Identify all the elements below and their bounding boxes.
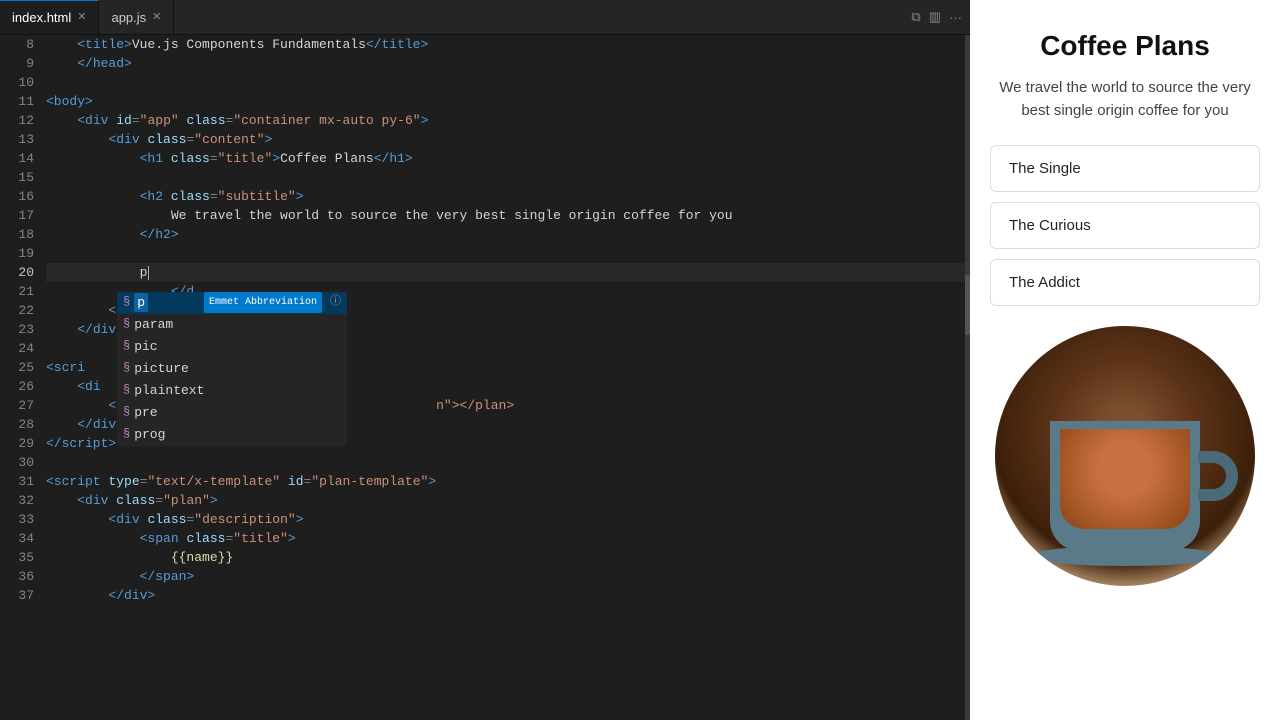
code-content[interactable]: <title>Vue.js Components Fundamentals</t… [42,35,970,720]
ac-item-label: pre [134,403,157,422]
code-line: <div class="description"> [46,510,970,529]
autocomplete-item-pic[interactable]: § pic [117,336,347,358]
code-line: <div class="plan"> [46,491,970,510]
split-editor-icon[interactable]: ⧉ [911,9,920,25]
code-line: </span> [46,567,970,586]
scrollbar-track [965,35,970,720]
code-line [46,453,970,472]
code-line [46,73,970,92]
ac-badge-emmet: Emmet Abbreviation [204,292,322,313]
code-line: <div id="app" class="container mx-auto p… [46,111,970,130]
tab-index-label: index.html [12,10,71,25]
code-line: <script type="text/x-template" id="plan-… [46,472,970,491]
ac-icon: § [123,337,130,356]
tab-index-html[interactable]: index.html ✕ [0,0,99,34]
ac-item-label: param [134,315,173,334]
code-line: <title>Vue.js Components Fundamentals</t… [46,35,970,54]
editor-toolbar: ⧉ ▥ ··· [911,0,970,34]
scrollbar-thumb[interactable] [965,275,970,335]
preview-title: Coffee Plans [1040,30,1210,62]
cup-outer [1050,421,1200,551]
preview-panel: Coffee Plans We travel the world to sour… [970,0,1280,720]
cursor-line[interactable]: p [46,263,970,282]
cup-inner [1060,429,1190,529]
cup-saucer [1030,546,1220,566]
code-line: </head> [46,54,970,73]
ac-icon: § [123,293,130,312]
code-line: <h2 class="subtitle"> [46,187,970,206]
ac-item-label: plaintext [134,381,204,400]
ac-icon: § [123,381,130,400]
ac-icon: § [123,403,130,422]
tab-bar: index.html ✕ app.js ✕ ⧉ ▥ ··· [0,0,970,35]
autocomplete-item-picture[interactable]: § picture [117,358,347,380]
autocomplete-item-prog[interactable]: § prog [117,424,347,446]
code-line: We travel the world to source the very b… [46,206,970,225]
coffee-cup-image [995,326,1255,586]
tab-app-js[interactable]: app.js ✕ [99,0,174,34]
code-line: <div class="content"> [46,130,970,149]
more-actions-icon[interactable]: ··· [949,10,962,25]
line-numbers: 891011 12131415 16171819 20212223 242526… [0,35,42,720]
tab-app-label: app.js [111,10,146,25]
preview-subtitle: We travel the world to source the very b… [990,76,1260,123]
code-line [46,244,970,263]
ac-info-icon[interactable]: ⓘ [330,293,341,312]
tab-app-close[interactable]: ✕ [152,12,161,23]
code-line: <span class="title"> [46,529,970,548]
autocomplete-item-plaintext[interactable]: § plaintext [117,380,347,402]
autocomplete-dropdown: § p Emmet Abbreviation ⓘ § param § pic §… [117,292,347,446]
ac-item-label: picture [134,359,189,378]
ac-selected-text: p [134,293,148,312]
plan-card-curious[interactable]: The Curious [990,202,1260,249]
code-line [46,168,970,187]
ac-icon: § [123,359,130,378]
layout-icon[interactable]: ▥ [929,9,941,25]
ac-icon: § [123,425,130,444]
code-line: {{name}} [46,548,970,567]
autocomplete-item-param[interactable]: § param [117,314,347,336]
cup-handle [1198,451,1238,501]
ac-item-label: prog [134,425,165,444]
plan-card-single[interactable]: The Single [990,145,1260,192]
autocomplete-item-pre[interactable]: § pre [117,402,347,424]
ac-icon: § [123,315,130,334]
plan-card-addict[interactable]: The Addict [990,259,1260,306]
code-line: </div> [46,586,970,605]
code-area: 891011 12131415 16171819 20212223 242526… [0,35,970,720]
ac-item-label: pic [134,337,157,356]
code-line: <body> [46,92,970,111]
code-line: </h2> [46,225,970,244]
tab-index-close[interactable]: ✕ [77,12,86,23]
preview-content: Coffee Plans We travel the world to sour… [970,0,1280,586]
code-line: <h1 class="title">Coffee Plans</h1> [46,149,970,168]
autocomplete-item-p[interactable]: § p Emmet Abbreviation ⓘ [117,292,347,314]
editor-panel: index.html ✕ app.js ✕ ⧉ ▥ ··· 891011 121… [0,0,970,720]
